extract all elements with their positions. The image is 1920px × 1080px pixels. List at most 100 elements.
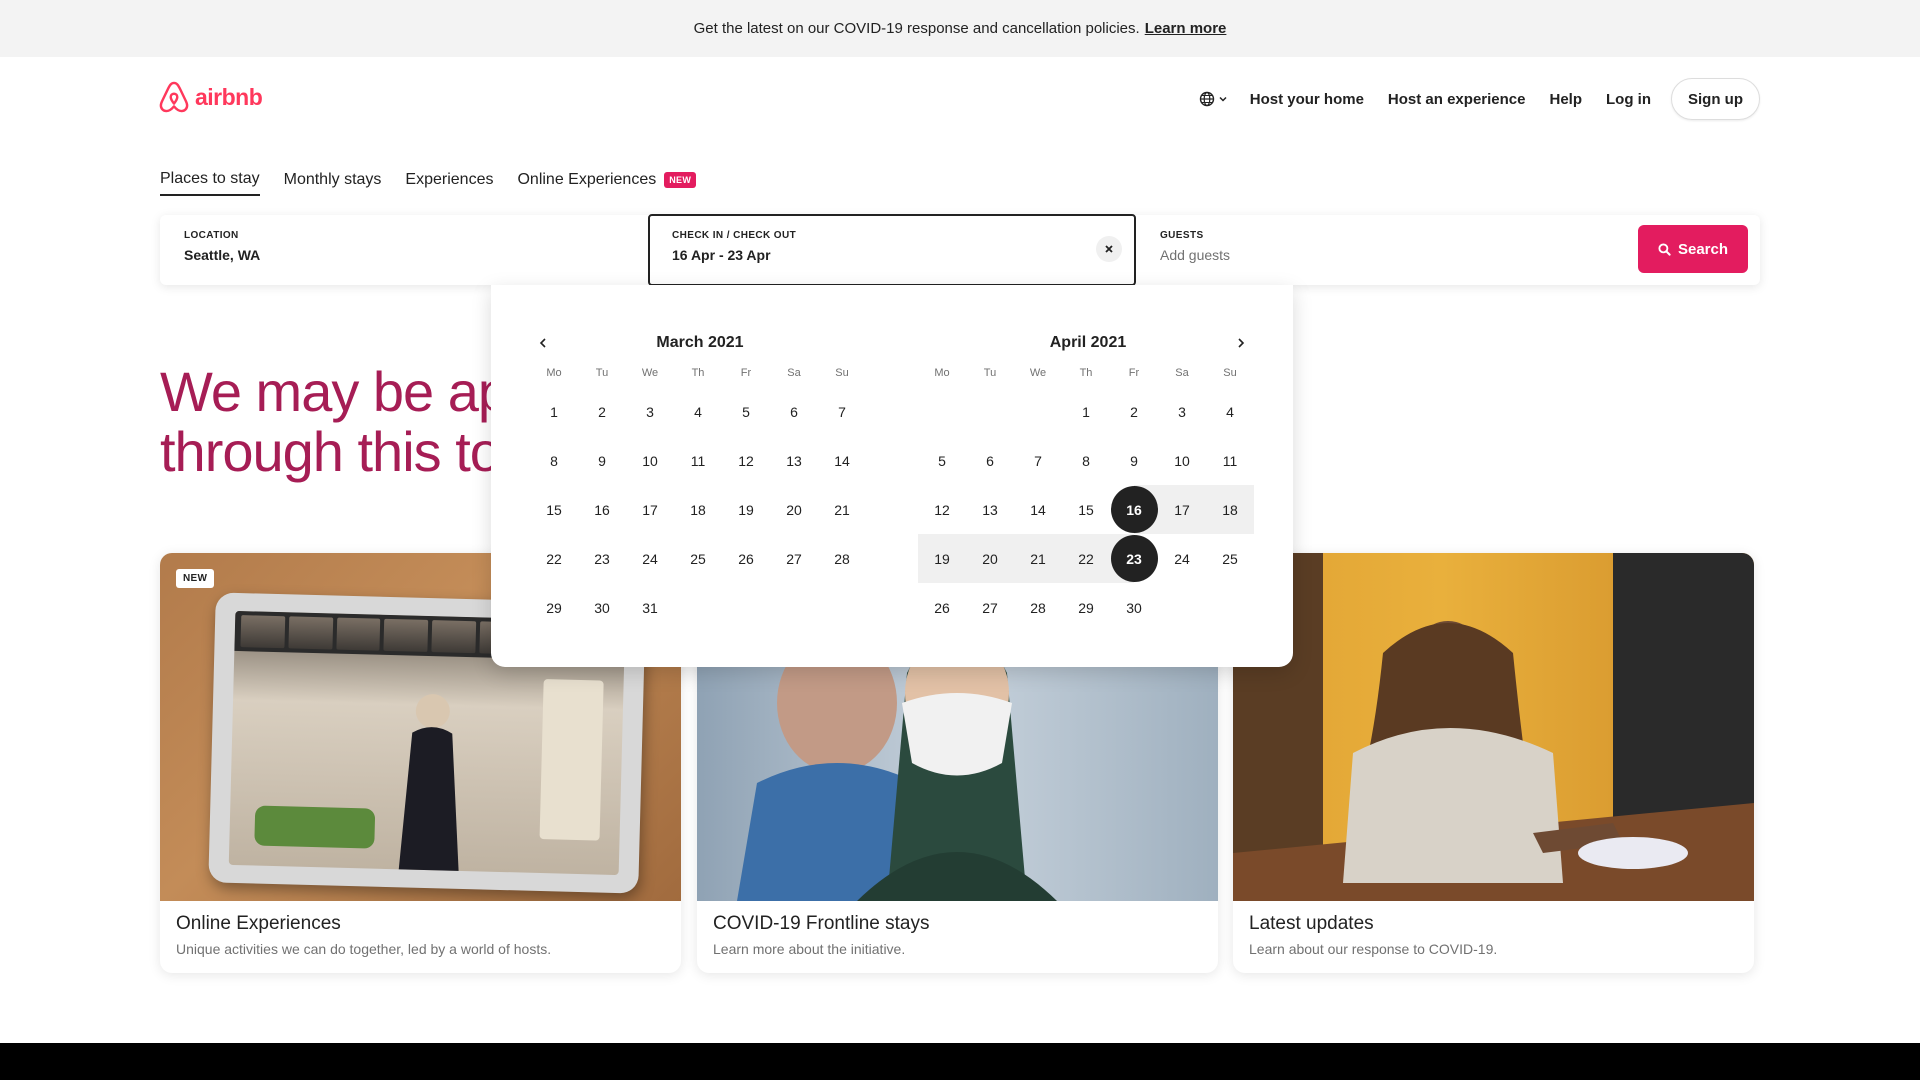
calendar-day[interactable]: 22 [1062, 534, 1110, 583]
calendar-day[interactable]: 2 [578, 387, 626, 436]
calendar-day[interactable]: 4 [1206, 387, 1254, 436]
calendar-day[interactable]: 22 [530, 534, 578, 583]
banner-learn-more-link[interactable]: Learn more [1145, 20, 1227, 37]
guests-input[interactable] [1160, 247, 1460, 263]
calendar-day[interactable]: 3 [1158, 387, 1206, 436]
card-latest-updates[interactable]: Latest updates Learn about our response … [1233, 553, 1754, 973]
calendar-day[interactable]: 31 [626, 583, 674, 632]
calendar-day[interactable]: 30 [1110, 583, 1158, 632]
calendar-day[interactable]: 10 [1158, 436, 1206, 485]
location-label: LOCATION [184, 230, 239, 241]
calendar-day[interactable]: 30 [578, 583, 626, 632]
header-nav: Host your home Host an experience Help L… [1189, 78, 1760, 120]
calendar-day[interactable]: 9 [578, 436, 626, 485]
calendar-day-number: 22 [1078, 550, 1094, 567]
calendar-empty-cell [918, 387, 966, 436]
calendar-day[interactable]: 21 [818, 485, 866, 534]
calendar-day[interactable]: 5 [722, 387, 770, 436]
calendar-day[interactable]: 8 [530, 436, 578, 485]
calendar-day[interactable]: 7 [818, 387, 866, 436]
location-value[interactable]: Seattle, WA [184, 247, 624, 263]
calendar-day[interactable]: 25 [1206, 534, 1254, 583]
calendar-day[interactable]: 6 [770, 387, 818, 436]
calendar-day-number: 16 [1126, 501, 1142, 518]
calendar-day[interactable]: 15 [1062, 485, 1110, 534]
calendar-empty-cell [1014, 387, 1062, 436]
tab-places-to-stay[interactable]: Places to stay [160, 170, 260, 196]
log-in-link[interactable]: Log in [1594, 91, 1663, 108]
calendar-day-number: 28 [1030, 599, 1046, 616]
calendar-day[interactable]: 3 [626, 387, 674, 436]
clear-dates-button[interactable] [1096, 236, 1122, 262]
calendar-day[interactable]: 6 [966, 436, 1014, 485]
calendar-day[interactable]: 16 [578, 485, 626, 534]
calendar-day-checkout[interactable]: 23 [1110, 534, 1158, 583]
calendar-day[interactable]: 10 [626, 436, 674, 485]
calendar-day[interactable]: 12 [722, 436, 770, 485]
tab-label: Places to stay [160, 170, 260, 187]
tab-online-experiences[interactable]: Online Experiences NEW [517, 170, 697, 196]
tab-experiences[interactable]: Experiences [405, 170, 493, 196]
dates-field[interactable]: CHECK IN / CHECK OUT 16 Apr - 23 Apr [648, 214, 1136, 286]
calendar-day[interactable]: 24 [626, 534, 674, 583]
sign-up-button[interactable]: Sign up [1671, 78, 1760, 120]
search-button[interactable]: Search [1638, 225, 1748, 273]
calendar-day-number: 27 [982, 599, 998, 616]
calendar-day[interactable]: 24 [1158, 534, 1206, 583]
calendar-day[interactable]: 11 [674, 436, 722, 485]
calendar-day[interactable]: 17 [1158, 485, 1206, 534]
calendar-day[interactable]: 7 [1014, 436, 1062, 485]
calendar-day[interactable]: 5 [918, 436, 966, 485]
calendar-day[interactable]: 17 [626, 485, 674, 534]
calendar-day[interactable]: 29 [1062, 583, 1110, 632]
guests-field[interactable]: GUESTS [1136, 215, 1586, 285]
chevron-down-icon [1219, 96, 1227, 102]
calendar-day[interactable]: 1 [1062, 387, 1110, 436]
calendar-day[interactable]: 2 [1110, 387, 1158, 436]
calendar-day[interactable]: 8 [1062, 436, 1110, 485]
calendar-day[interactable]: 20 [966, 534, 1014, 583]
calendar-day[interactable]: 21 [1014, 534, 1062, 583]
calendar-day-number: 21 [1030, 550, 1046, 567]
calendar-day[interactable]: 19 [722, 485, 770, 534]
calendar-day[interactable]: 28 [1014, 583, 1062, 632]
calendar-day[interactable]: 14 [818, 436, 866, 485]
calendar-day[interactable]: 4 [674, 387, 722, 436]
calendar-day[interactable]: 11 [1206, 436, 1254, 485]
calendar-day[interactable]: 1 [530, 387, 578, 436]
dates-value[interactable]: 16 Apr - 23 Apr [672, 247, 1112, 263]
calendar-day[interactable]: 15 [530, 485, 578, 534]
calendar-day[interactable]: 25 [674, 534, 722, 583]
calendar-day[interactable]: 27 [966, 583, 1014, 632]
calendar-day[interactable]: 23 [578, 534, 626, 583]
calendar-day[interactable]: 9 [1110, 436, 1158, 485]
tab-label: Experiences [405, 171, 494, 188]
calendar-day-checkin[interactable]: 16 [1110, 485, 1158, 534]
calendar-day[interactable]: 13 [966, 485, 1014, 534]
language-selector[interactable] [1189, 78, 1238, 120]
location-field[interactable]: LOCATION Seattle, WA [160, 215, 648, 285]
calendar-day-number: 20 [982, 550, 998, 567]
host-your-home-link[interactable]: Host your home [1238, 91, 1376, 108]
calendar-day[interactable]: 14 [1014, 485, 1062, 534]
calendar-day-number: 22 [546, 550, 562, 567]
month-april: April 2021 Mo Tu We Th Fr Sa Su 12345678… [918, 327, 1258, 632]
calendar-day[interactable]: 13 [770, 436, 818, 485]
calendar-day[interactable]: 20 [770, 485, 818, 534]
calendar-day[interactable]: 26 [722, 534, 770, 583]
host-an-experience-link[interactable]: Host an experience [1376, 91, 1538, 108]
help-link[interactable]: Help [1537, 91, 1594, 108]
calendar-day[interactable]: 28 [818, 534, 866, 583]
calendar-day[interactable]: 18 [674, 485, 722, 534]
airbnb-logo[interactable]: airbnb [159, 81, 263, 113]
calendar-day[interactable]: 29 [530, 583, 578, 632]
calendar-day[interactable]: 19 [918, 534, 966, 583]
calendar-day[interactable]: 18 [1206, 485, 1254, 534]
calendar-day[interactable]: 27 [770, 534, 818, 583]
calendar-day[interactable]: 12 [918, 485, 966, 534]
tab-monthly-stays[interactable]: Monthly stays [284, 170, 382, 196]
calendar-day-number: 30 [594, 599, 610, 616]
calendar-day-number: 1 [1082, 403, 1090, 420]
logo-wordmark: airbnb [195, 83, 263, 110]
calendar-day[interactable]: 26 [918, 583, 966, 632]
